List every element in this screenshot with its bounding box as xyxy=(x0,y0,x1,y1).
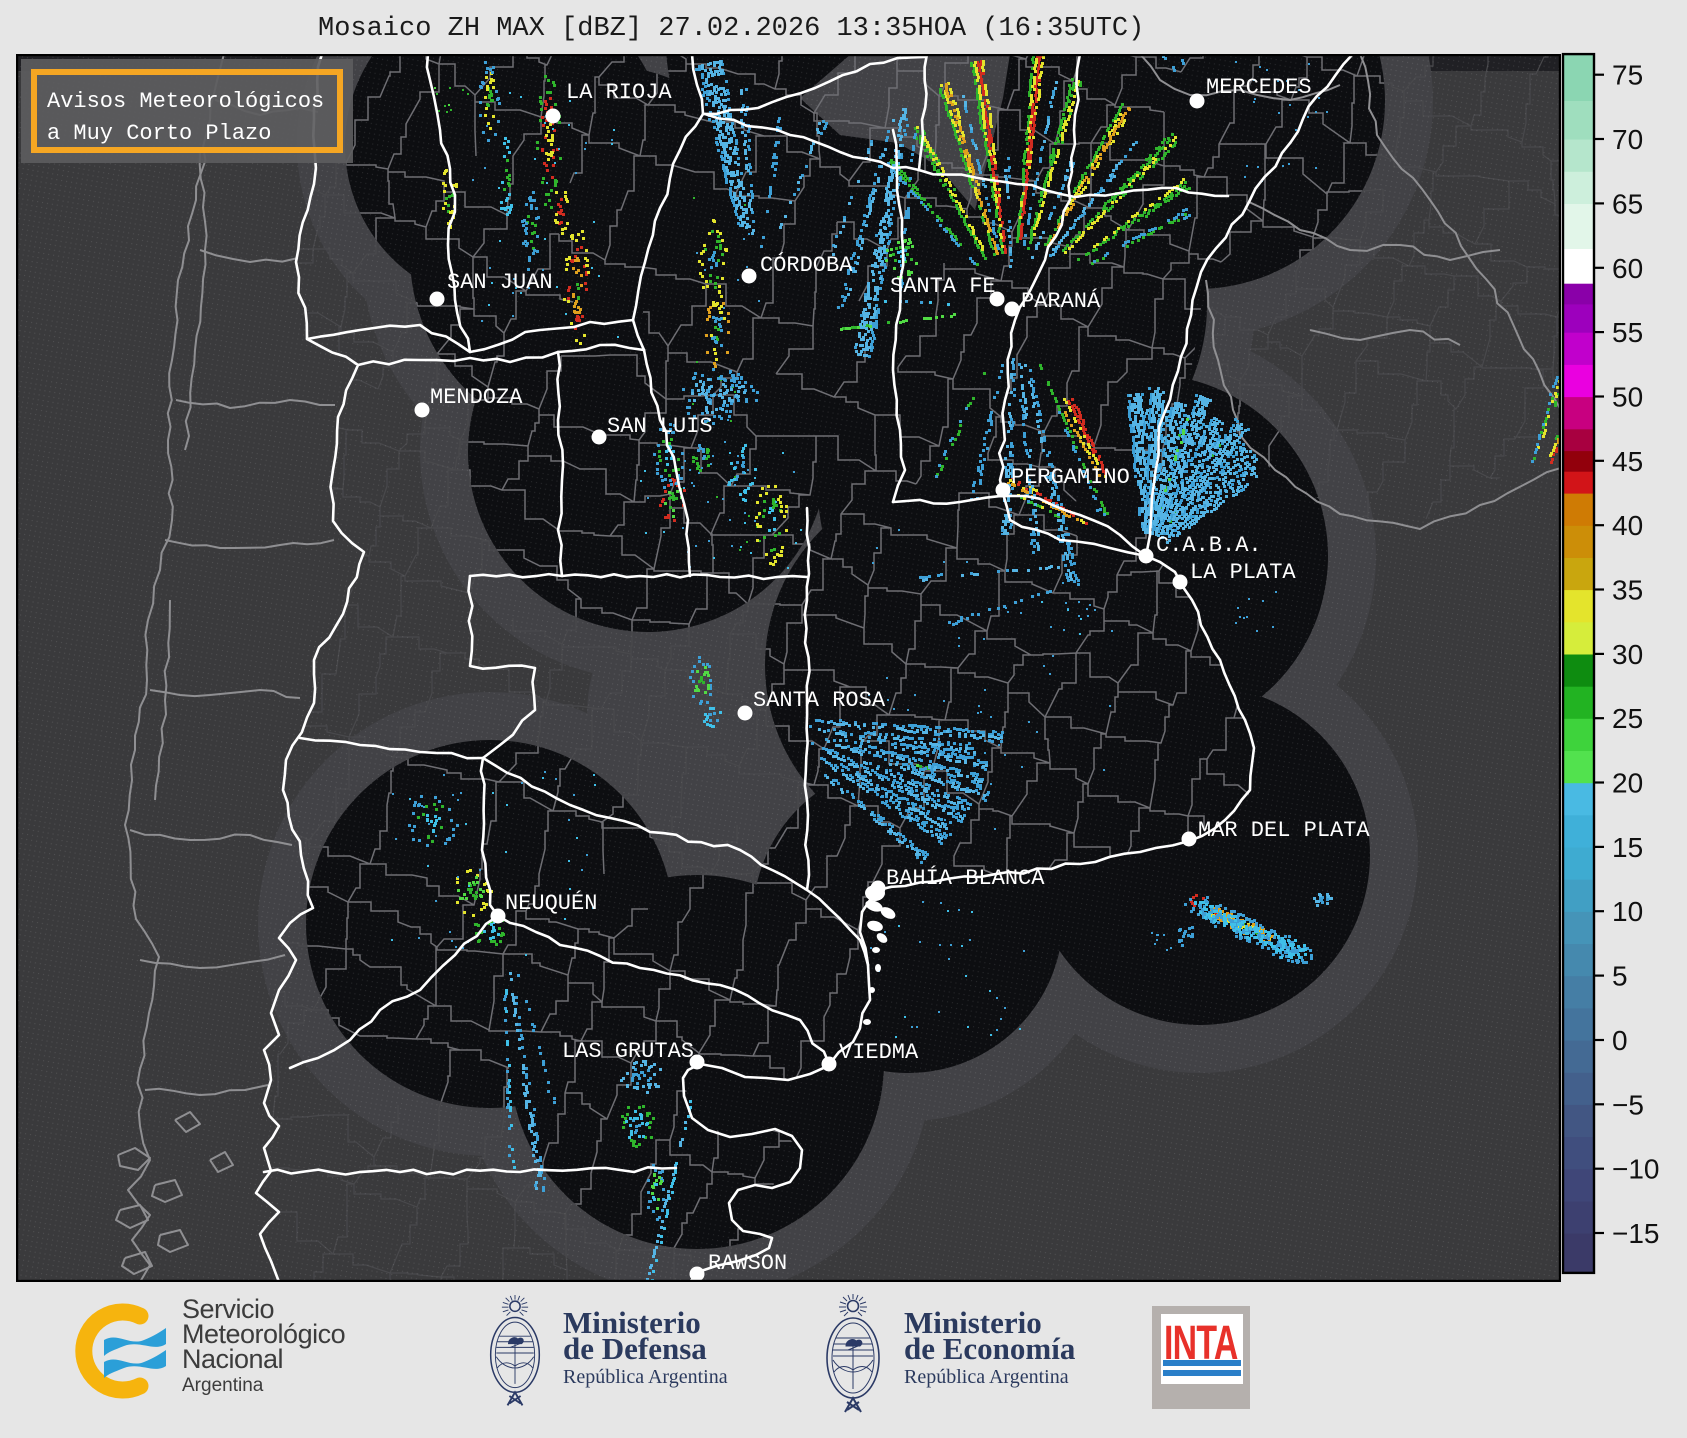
svg-text:70: 70 xyxy=(1612,124,1643,155)
svg-text:40: 40 xyxy=(1612,510,1643,541)
svg-text:−15: −15 xyxy=(1612,1218,1660,1249)
svg-text:5: 5 xyxy=(1612,961,1628,992)
svg-text:75: 75 xyxy=(1612,60,1643,91)
svg-text:20: 20 xyxy=(1612,768,1643,799)
svg-text:60: 60 xyxy=(1612,253,1643,284)
svg-text:−5: −5 xyxy=(1612,1089,1644,1120)
svg-text:0: 0 xyxy=(1612,1025,1628,1056)
svg-text:50: 50 xyxy=(1612,382,1643,413)
svg-text:−10: −10 xyxy=(1612,1154,1660,1185)
svg-text:10: 10 xyxy=(1612,896,1643,927)
svg-text:30: 30 xyxy=(1612,639,1643,670)
svg-text:25: 25 xyxy=(1612,703,1643,734)
svg-text:35: 35 xyxy=(1612,575,1643,606)
svg-text:15: 15 xyxy=(1612,832,1643,863)
svg-text:65: 65 xyxy=(1612,188,1643,219)
svg-text:55: 55 xyxy=(1612,317,1643,348)
svg-text:45: 45 xyxy=(1612,446,1643,477)
